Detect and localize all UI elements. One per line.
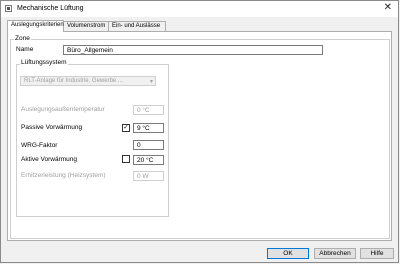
name-input[interactable]: Büro_Allgemein [63,45,323,55]
passive-vorwaermung-label: Passive Vorwärmung [21,124,83,131]
rlt-anlage-combobox: RLT-Anlage für Industrie, Gewerbe ... ▾ [20,76,156,86]
luftungssystem-caption: Lüftungssystem [20,59,68,66]
name-label: Name [16,46,34,53]
erhitzerleistung-label: Erhitzerleistung (Heizsystem) [21,172,106,179]
auslegungsaussentemperatur-label: Auslegungsaußentemperatur [21,106,105,113]
dialog-window: Mechanische Lüftung ✕ Auslegungskriterie… [0,0,399,263]
aktive-vorwaermung-checkbox[interactable] [122,155,130,163]
wrg-faktor-input[interactable]: 0 [133,140,164,150]
help-button[interactable]: Hilfe [360,248,394,259]
title-bar[interactable]: Mechanische Lüftung ✕ [1,1,398,17]
auslegungsaussentemperatur-input: 0 °C [133,105,164,115]
zone-caption: Zone [14,35,31,42]
tab-volumenstrom[interactable]: Volumenstrom [63,21,109,31]
tab-panel: Zone Name Büro_Allgemein Lüftungssystem … [7,31,392,241]
passive-vorwaermung-input[interactable]: 9 °C [133,123,164,133]
window-title: Mechanische Lüftung [17,5,84,12]
ok-button[interactable]: OK [267,248,309,259]
app-icon [5,5,12,12]
passive-vorwaermung-checkbox[interactable]: ✓ [122,124,130,132]
tab-ein-und-auslaesse[interactable]: Ein- und Auslässe [108,21,166,31]
cancel-button[interactable]: Abbrechen [314,248,356,259]
erhitzerleistung-input: 0 W [133,171,164,181]
wrg-faktor-label: WRG-Faktor [21,142,58,149]
tab-auslegungskriterien[interactable]: Auslegungskriterien [7,20,64,32]
close-icon[interactable]: ✕ [384,2,392,14]
rlt-anlage-combobox-value: RLT-Anlage für Industrie, Gewerbe ... [24,78,123,84]
aktive-vorwaermung-input[interactable]: 20 °C [133,155,164,165]
chevron-down-icon: ▾ [149,79,153,85]
aktive-vorwaermung-label: Aktive Vorwärmung [21,156,77,163]
